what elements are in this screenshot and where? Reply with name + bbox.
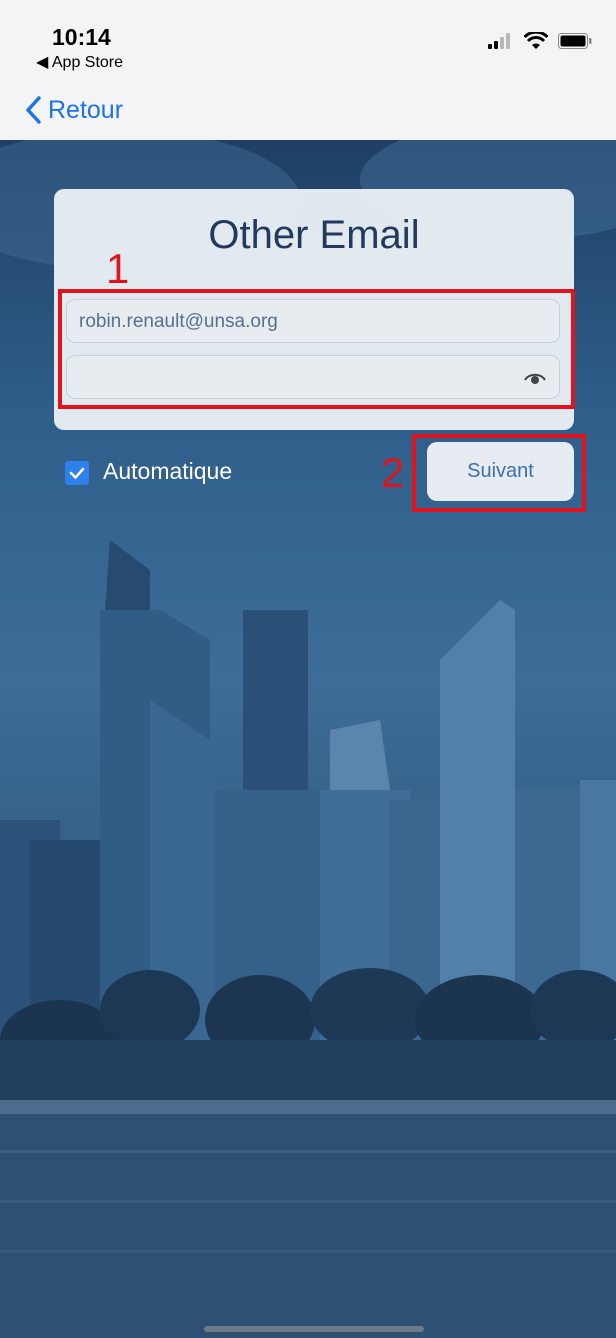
annotation-box-credentials: [58, 289, 575, 409]
annotation-box-next: [412, 434, 586, 512]
signal-icon: [488, 33, 510, 49]
status-icons: [488, 30, 592, 52]
battery-icon: [558, 33, 592, 49]
back-button-label: Retour: [48, 95, 124, 124]
navigation-bar: Retour: [0, 80, 616, 140]
status-time: 10:14: [52, 24, 111, 50]
back-button[interactable]: Retour: [24, 90, 123, 130]
annotation-label-1: 1: [106, 245, 130, 292]
checkmark-icon: [69, 467, 85, 479]
automatic-label[interactable]: Automatique: [103, 458, 232, 485]
login-title: Other Email: [208, 213, 420, 257]
annotation-label-2: 2: [381, 449, 405, 496]
wifi-icon: [524, 32, 548, 49]
chevron-left-icon: [26, 96, 41, 124]
status-bar: 10:14 ◀ App Store: [0, 0, 616, 80]
home-indicator[interactable]: [204, 1326, 424, 1332]
automatic-checkbox[interactable]: [65, 461, 89, 485]
back-to-app-link[interactable]: ◀ App Store: [36, 52, 123, 72]
